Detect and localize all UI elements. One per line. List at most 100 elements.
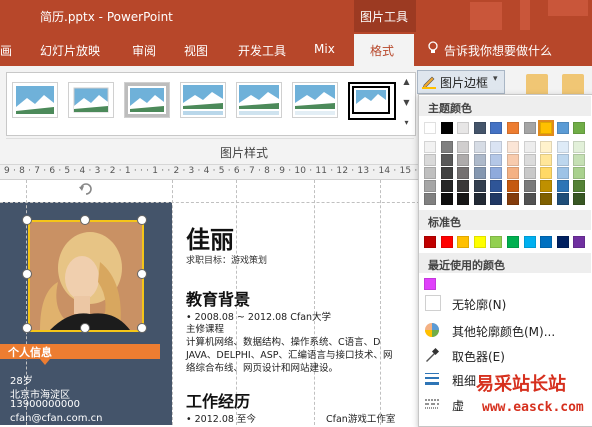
theme-shade-swatch[interactable] bbox=[473, 193, 486, 205]
standard-color-swatch[interactable] bbox=[457, 236, 470, 248]
theme-shade-swatch[interactable] bbox=[424, 180, 436, 192]
standard-color-swatch[interactable] bbox=[507, 236, 519, 248]
theme-shade-swatch[interactable] bbox=[556, 154, 569, 166]
gallery-scroll-down[interactable]: ▼ bbox=[400, 94, 413, 112]
dashes-item[interactable]: 虚 bbox=[452, 397, 464, 414]
standard-color-swatch[interactable] bbox=[573, 236, 586, 248]
job-objective[interactable]: 求职目标：游戏策划 bbox=[186, 253, 267, 266]
picture-style-thumbnail[interactable] bbox=[292, 82, 338, 118]
theme-shade-swatch[interactable] bbox=[573, 167, 586, 179]
theme-shade-swatch[interactable] bbox=[440, 193, 453, 205]
theme-shade-swatch[interactable] bbox=[490, 167, 503, 179]
ribbon-command-icon[interactable] bbox=[526, 74, 548, 96]
theme-color-swatch[interactable] bbox=[556, 122, 569, 134]
resize-handle[interactable] bbox=[80, 323, 90, 333]
theme-shade-swatch[interactable] bbox=[523, 180, 536, 192]
picture-style-thumbnail[interactable] bbox=[124, 82, 170, 118]
theme-shade-swatch[interactable] bbox=[507, 167, 519, 179]
more-outline-colors-item[interactable]: 其他轮廓颜色(M)... bbox=[452, 323, 555, 340]
picture-style-thumbnail[interactable] bbox=[180, 82, 226, 118]
theme-shade-swatch[interactable] bbox=[440, 141, 453, 153]
portrait-photo[interactable] bbox=[28, 220, 144, 332]
weight-item[interactable]: 粗细 bbox=[452, 372, 476, 389]
standard-color-swatch[interactable] bbox=[540, 236, 553, 248]
theme-shade-swatch[interactable] bbox=[573, 141, 586, 153]
theme-shade-swatch[interactable] bbox=[523, 154, 536, 166]
eyedropper-item[interactable]: 取色器(E) bbox=[452, 348, 505, 365]
gallery-more[interactable]: ▾ bbox=[400, 114, 413, 132]
tab-slideshow[interactable]: 幻灯片放映 bbox=[40, 42, 100, 59]
education-heading[interactable]: 教育背景 bbox=[186, 286, 250, 310]
resize-handle[interactable] bbox=[80, 215, 90, 225]
theme-shade-swatch[interactable] bbox=[424, 193, 436, 205]
theme-shade-swatch[interactable] bbox=[540, 193, 553, 205]
theme-shade-swatch[interactable] bbox=[556, 193, 569, 205]
theme-shade-swatch[interactable] bbox=[440, 154, 453, 166]
no-outline-item[interactable]: 无轮廓(N) bbox=[452, 296, 506, 313]
theme-shade-swatch[interactable] bbox=[540, 167, 553, 179]
theme-shade-swatch[interactable] bbox=[573, 180, 586, 192]
theme-shade-swatch[interactable] bbox=[473, 180, 486, 192]
theme-shade-swatch[interactable] bbox=[573, 193, 586, 205]
theme-color-swatch[interactable] bbox=[573, 122, 586, 134]
theme-shade-swatch[interactable] bbox=[507, 141, 519, 153]
tab-mix[interactable]: Mix bbox=[314, 42, 335, 56]
theme-color-swatch[interactable] bbox=[440, 122, 453, 134]
theme-color-swatch[interactable] bbox=[457, 122, 470, 134]
tab-developer[interactable]: 开发工具 bbox=[238, 42, 286, 59]
theme-color-swatch[interactable] bbox=[507, 122, 519, 134]
theme-shade-swatch[interactable] bbox=[540, 180, 553, 192]
resume-name[interactable]: 佳丽 bbox=[186, 220, 234, 255]
theme-shade-swatch[interactable] bbox=[507, 193, 519, 205]
picture-style-thumbnail[interactable] bbox=[68, 82, 114, 118]
theme-shade-swatch[interactable] bbox=[424, 154, 436, 166]
theme-shade-swatch[interactable] bbox=[540, 154, 553, 166]
theme-color-swatch[interactable] bbox=[490, 122, 503, 134]
theme-shade-swatch[interactable] bbox=[523, 193, 536, 205]
resize-handle[interactable] bbox=[22, 323, 32, 333]
gallery-scroll-up[interactable]: ▲ bbox=[400, 73, 413, 91]
theme-shade-swatch[interactable] bbox=[490, 141, 503, 153]
theme-shade-swatch[interactable] bbox=[507, 180, 519, 192]
tell-me-search[interactable]: 告诉我你想要做什么 bbox=[444, 42, 552, 59]
theme-shade-swatch[interactable] bbox=[556, 167, 569, 179]
theme-color-swatch[interactable] bbox=[538, 120, 555, 136]
theme-shade-swatch[interactable] bbox=[490, 154, 503, 166]
theme-shade-swatch[interactable] bbox=[523, 141, 536, 153]
theme-shade-swatch[interactable] bbox=[507, 154, 519, 166]
picture-style-thumbnail[interactable] bbox=[348, 82, 396, 120]
theme-shade-swatch[interactable] bbox=[540, 141, 553, 153]
theme-shade-swatch[interactable] bbox=[457, 193, 470, 205]
theme-shade-swatch[interactable] bbox=[424, 141, 436, 153]
theme-shade-swatch[interactable] bbox=[473, 154, 486, 166]
tab-animations[interactable]: 画 bbox=[0, 42, 12, 59]
resize-handle[interactable] bbox=[137, 269, 147, 279]
tab-view[interactable]: 视图 bbox=[184, 42, 208, 59]
picture-style-thumbnail[interactable] bbox=[12, 82, 58, 118]
theme-shade-swatch[interactable] bbox=[457, 141, 470, 153]
standard-color-swatch[interactable] bbox=[490, 236, 503, 248]
rotate-handle-icon[interactable] bbox=[78, 181, 94, 197]
recent-color-swatch[interactable] bbox=[424, 278, 436, 290]
picture-style-thumbnail[interactable] bbox=[236, 82, 282, 118]
theme-shade-swatch[interactable] bbox=[440, 180, 453, 192]
theme-shade-swatch[interactable] bbox=[440, 167, 453, 179]
resize-handle[interactable] bbox=[22, 269, 32, 279]
theme-shade-swatch[interactable] bbox=[490, 193, 503, 205]
standard-color-swatch[interactable] bbox=[440, 236, 453, 248]
tab-review[interactable]: 审阅 bbox=[132, 42, 156, 59]
theme-shade-swatch[interactable] bbox=[457, 180, 470, 192]
theme-shade-swatch[interactable] bbox=[523, 167, 536, 179]
theme-color-swatch[interactable] bbox=[473, 122, 486, 134]
theme-shade-swatch[interactable] bbox=[573, 154, 586, 166]
theme-shade-swatch[interactable] bbox=[473, 167, 486, 179]
resize-handle[interactable] bbox=[137, 215, 147, 225]
standard-color-swatch[interactable] bbox=[424, 236, 436, 248]
theme-shade-swatch[interactable] bbox=[457, 154, 470, 166]
theme-shade-swatch[interactable] bbox=[424, 167, 436, 179]
work-heading[interactable]: 工作经历 bbox=[186, 388, 250, 412]
resize-handle[interactable] bbox=[22, 215, 32, 225]
resize-handle[interactable] bbox=[137, 323, 147, 333]
theme-shade-swatch[interactable] bbox=[490, 180, 503, 192]
standard-color-swatch[interactable] bbox=[473, 236, 486, 248]
